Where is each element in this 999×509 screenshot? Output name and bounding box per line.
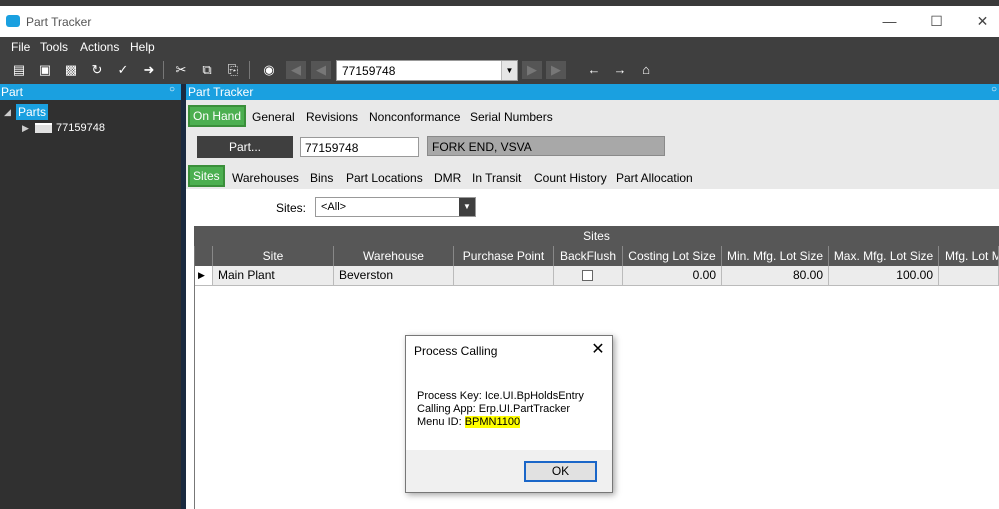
tree-item-part[interactable]: 77159748 — [56, 122, 105, 134]
record-navigator-combo[interactable]: 77159748 ▼ — [336, 60, 518, 81]
part-search-button[interactable]: Part... — [197, 136, 293, 158]
cell-mfg-lot[interactable] — [939, 266, 999, 286]
toolbar-divider — [163, 61, 164, 79]
paste-icon[interactable]: ⎘ — [223, 61, 243, 79]
dialog-title: Process Calling — [414, 344, 498, 358]
cell-purchase-point[interactable] — [454, 266, 554, 286]
cell-costing-lot-size[interactable]: 0.00 — [623, 266, 722, 286]
chevron-down-icon[interactable]: ▼ — [459, 198, 475, 216]
cell-site[interactable]: Main Plant — [213, 266, 334, 286]
menu-actions[interactable]: Actions — [80, 40, 119, 54]
tree-item-parts[interactable]: Parts — [16, 104, 49, 120]
save-icon[interactable]: ▩ — [61, 61, 81, 79]
tab-in-transit[interactable]: In Transit — [472, 171, 521, 185]
column-header-warehouse[interactable]: Warehouse — [334, 246, 454, 266]
sites-filter-value: <All> — [321, 201, 347, 213]
cell-backflush[interactable] — [554, 266, 623, 286]
next-record-icon[interactable]: ▶ — [522, 61, 542, 79]
tab-part-locations[interactable]: Part Locations — [346, 171, 423, 185]
main-tab-strip: On Hand General Revisions Nonconformance… — [186, 103, 999, 128]
cell-min-mfg-lot-size[interactable]: 80.00 — [722, 266, 829, 286]
expand-arrow-icon[interactable]: ◢ — [4, 107, 11, 118]
clear-icon[interactable]: ✓ — [113, 61, 133, 79]
cell-warehouse[interactable]: Beverston — [334, 266, 454, 286]
calling-app-line: Calling App: Erp.UI.PartTracker — [417, 403, 571, 415]
record-navigator-value: 77159748 — [342, 64, 396, 78]
tab-serial-numbers[interactable]: Serial Numbers — [470, 110, 553, 124]
home-circle-icon[interactable]: ⌂ — [636, 61, 656, 79]
menu-id-value: BPMN1100 — [464, 416, 521, 428]
forward-circle-icon[interactable]: → — [610, 61, 630, 79]
backflush-checkbox[interactable] — [582, 270, 593, 281]
part-description-value: FORK END, VSVA — [432, 140, 532, 154]
folder-icon[interactable]: ▣ — [35, 61, 55, 79]
menu-help[interactable]: Help — [130, 40, 155, 54]
close-icon[interactable]: ✕ — [589, 339, 607, 359]
maximize-button[interactable]: ☐ — [914, 6, 959, 37]
tab-revisions[interactable]: Revisions — [306, 110, 358, 124]
last-record-icon[interactable]: ▶ — [546, 61, 566, 79]
ok-button[interactable]: OK — [524, 461, 597, 482]
row-selector-arrow-icon[interactable]: ▶ — [195, 266, 213, 286]
copy-icon[interactable]: ⧉ — [197, 61, 217, 79]
tab-sites[interactable]: Sites — [188, 165, 225, 187]
menu-bar: File Tools Actions Help — [0, 37, 999, 57]
main-panel-header: Part Tracker ○ — [186, 84, 999, 100]
open-book-icon[interactable]: ▤ — [9, 61, 29, 79]
tree-panel-title: Part — [1, 85, 24, 99]
previous-record-icon[interactable]: ◀ — [311, 61, 331, 79]
column-header-mfg-lot[interactable]: Mfg. Lot M — [939, 246, 999, 266]
sites-filter-label: Sites: — [276, 201, 307, 215]
minimize-button[interactable]: — — [867, 6, 912, 37]
part-number-input[interactable]: 77159748 — [300, 137, 419, 157]
menu-id-line: Menu ID: BPMN1100 — [417, 416, 521, 428]
column-header-purchase-point[interactable]: Purchase Point — [454, 246, 554, 266]
main-panel-title: Part Tracker — [188, 85, 254, 99]
forward-circle-icon[interactable]: ➜ — [139, 61, 159, 79]
part-number-value: 77159748 — [305, 141, 359, 155]
menu-file[interactable]: File — [11, 40, 30, 54]
column-header-costing-lot-size[interactable]: Costing Lot Size — [623, 246, 722, 266]
first-record-icon[interactable]: ◀ — [286, 61, 306, 79]
binoculars-icon[interactable]: ◉ — [259, 61, 279, 79]
tree-panel — [0, 84, 181, 509]
part-folder-icon — [35, 123, 52, 133]
column-header-min-mfg-lot-size[interactable]: Min. Mfg. Lot Size — [722, 246, 829, 266]
pin-icon[interactable]: ○ — [169, 84, 175, 95]
window-title: Part Tracker — [26, 15, 92, 29]
title-bar: Part Tracker — ☐ ✕ — [0, 6, 999, 37]
menu-id-label: Menu ID: — [417, 416, 465, 428]
tab-bins[interactable]: Bins — [310, 171, 333, 185]
row-selector-header — [195, 246, 213, 266]
part-description-field: FORK END, VSVA — [427, 136, 665, 156]
column-header-max-mfg-lot-size[interactable]: Max. Mfg. Lot Size — [829, 246, 939, 266]
grid-title: Sites — [194, 226, 999, 246]
toolbar-divider — [249, 61, 250, 79]
tab-warehouses[interactable]: Warehouses — [232, 171, 299, 185]
column-header-site[interactable]: Site — [213, 246, 334, 266]
tab-count-history[interactable]: Count History — [534, 171, 607, 185]
pin-icon[interactable]: ○ — [991, 84, 997, 95]
close-window-button[interactable]: ✕ — [960, 6, 999, 37]
sites-filter-select[interactable]: <All> ▼ — [315, 197, 476, 217]
tab-on-hand[interactable]: On Hand — [188, 105, 247, 127]
refresh-icon[interactable]: ↻ — [87, 61, 107, 79]
tab-nonconformance[interactable]: Nonconformance — [369, 110, 460, 124]
cell-max-mfg-lot-size[interactable]: 100.00 — [829, 266, 939, 286]
column-header-backflush[interactable]: BackFlush — [554, 246, 623, 266]
cut-icon[interactable]: ✂ — [171, 61, 191, 79]
chevron-down-icon[interactable]: ▼ — [501, 61, 517, 80]
tree-panel-header: Part ○ — [0, 84, 181, 100]
back-circle-icon[interactable]: ← — [584, 61, 604, 79]
collapse-arrow-icon[interactable]: ▶ — [22, 123, 29, 134]
process-key-line: Process Key: Ice.UI.BpHoldsEntry — [417, 390, 584, 402]
tab-part-allocation[interactable]: Part Allocation — [616, 171, 693, 185]
menu-tools[interactable]: Tools — [40, 40, 68, 54]
tab-dmr[interactable]: DMR — [434, 171, 461, 185]
tab-general[interactable]: General — [252, 110, 295, 124]
sub-tab-strip: Sites Warehouses Bins Part Locations DMR… — [186, 163, 999, 189]
app-icon — [6, 15, 20, 27]
